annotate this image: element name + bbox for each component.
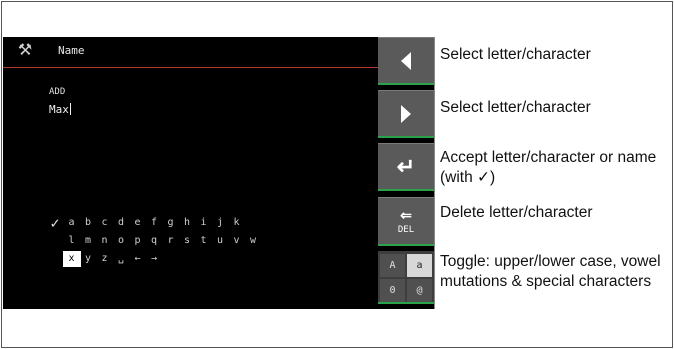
case-toggle-grid: A a 0 @ [378, 251, 434, 304]
key-j[interactable]: j [211, 215, 229, 231]
mode-uppercase[interactable]: A [380, 254, 405, 277]
key-m[interactable]: m [79, 233, 97, 249]
arrow-left-icon [401, 51, 411, 70]
key-i[interactable]: i [195, 215, 213, 231]
key-a[interactable]: a [63, 215, 81, 231]
arrow-right-icon [401, 104, 411, 123]
enter-icon: ↵ [396, 153, 416, 179]
cursor-left-key[interactable]: ← [129, 251, 147, 267]
key-s[interactable]: s [178, 233, 196, 249]
mode-special[interactable]: @ [407, 279, 432, 302]
confirm-check-key[interactable]: ✓ [46, 215, 64, 231]
tools-icon[interactable]: ⚒ [15, 41, 35, 61]
key-x[interactable]: x [62, 251, 81, 267]
key-w[interactable]: w [244, 233, 262, 249]
key-u[interactable]: u [211, 233, 229, 249]
delete-button-label: DEL [397, 224, 415, 235]
space-key[interactable]: ␣ [112, 251, 130, 267]
key-p[interactable]: p [129, 233, 147, 249]
key-b[interactable]: b [79, 215, 97, 231]
cursor-right-key[interactable]: → [145, 251, 163, 267]
key-r[interactable]: r [162, 233, 180, 249]
name-input[interactable]: Max [49, 103, 71, 116]
key-z[interactable]: z [96, 251, 114, 267]
desc-delete: Delete letter/character [440, 204, 593, 221]
field-label: ADD [49, 87, 66, 97]
key-d[interactable]: d [112, 215, 130, 231]
key-c[interactable]: c [96, 215, 114, 231]
key-f[interactable]: f [145, 215, 163, 231]
key-v[interactable]: v [228, 233, 246, 249]
previous-character-button[interactable] [378, 37, 434, 85]
key-k[interactable]: k [228, 215, 246, 231]
key-h[interactable]: h [178, 215, 196, 231]
delete-button[interactable]: ⇐ DEL [378, 197, 434, 246]
text-caret [69, 103, 71, 115]
key-t[interactable]: t [195, 233, 213, 249]
key-e[interactable]: e [129, 215, 147, 231]
screen-title: Name [58, 44, 85, 57]
title-bar: ⚒ Name [3, 37, 378, 68]
device-screen: ⚒ Name ADD Max ✓ a b c d e f g h i j k lmnopqrstuvw… [3, 37, 434, 309]
desc-select-next: Select letter/character [440, 99, 591, 116]
key-q[interactable]: q [145, 233, 163, 249]
key-g[interactable]: g [162, 215, 180, 231]
callout-divider [434, 37, 435, 309]
key-l[interactable]: l [63, 233, 81, 249]
mode-digits[interactable]: 0 [380, 279, 405, 302]
key-n[interactable]: n [96, 233, 114, 249]
name-input-value: Max [49, 103, 69, 116]
next-character-button[interactable] [378, 90, 434, 138]
desc-accept: Accept letter/character or name (with ✓) [440, 149, 657, 186]
desc-toggle: Toggle: upper/lower case, vowel mutation… [440, 253, 661, 290]
desc-select-previous: Select letter/character [440, 46, 591, 63]
accept-button[interactable]: ↵ [378, 143, 434, 191]
key-y[interactable]: y [79, 251, 97, 267]
mode-lowercase[interactable]: a [407, 254, 432, 277]
backspace-arrow-icon: ⇐ [400, 206, 412, 223]
key-o[interactable]: o [112, 233, 130, 249]
